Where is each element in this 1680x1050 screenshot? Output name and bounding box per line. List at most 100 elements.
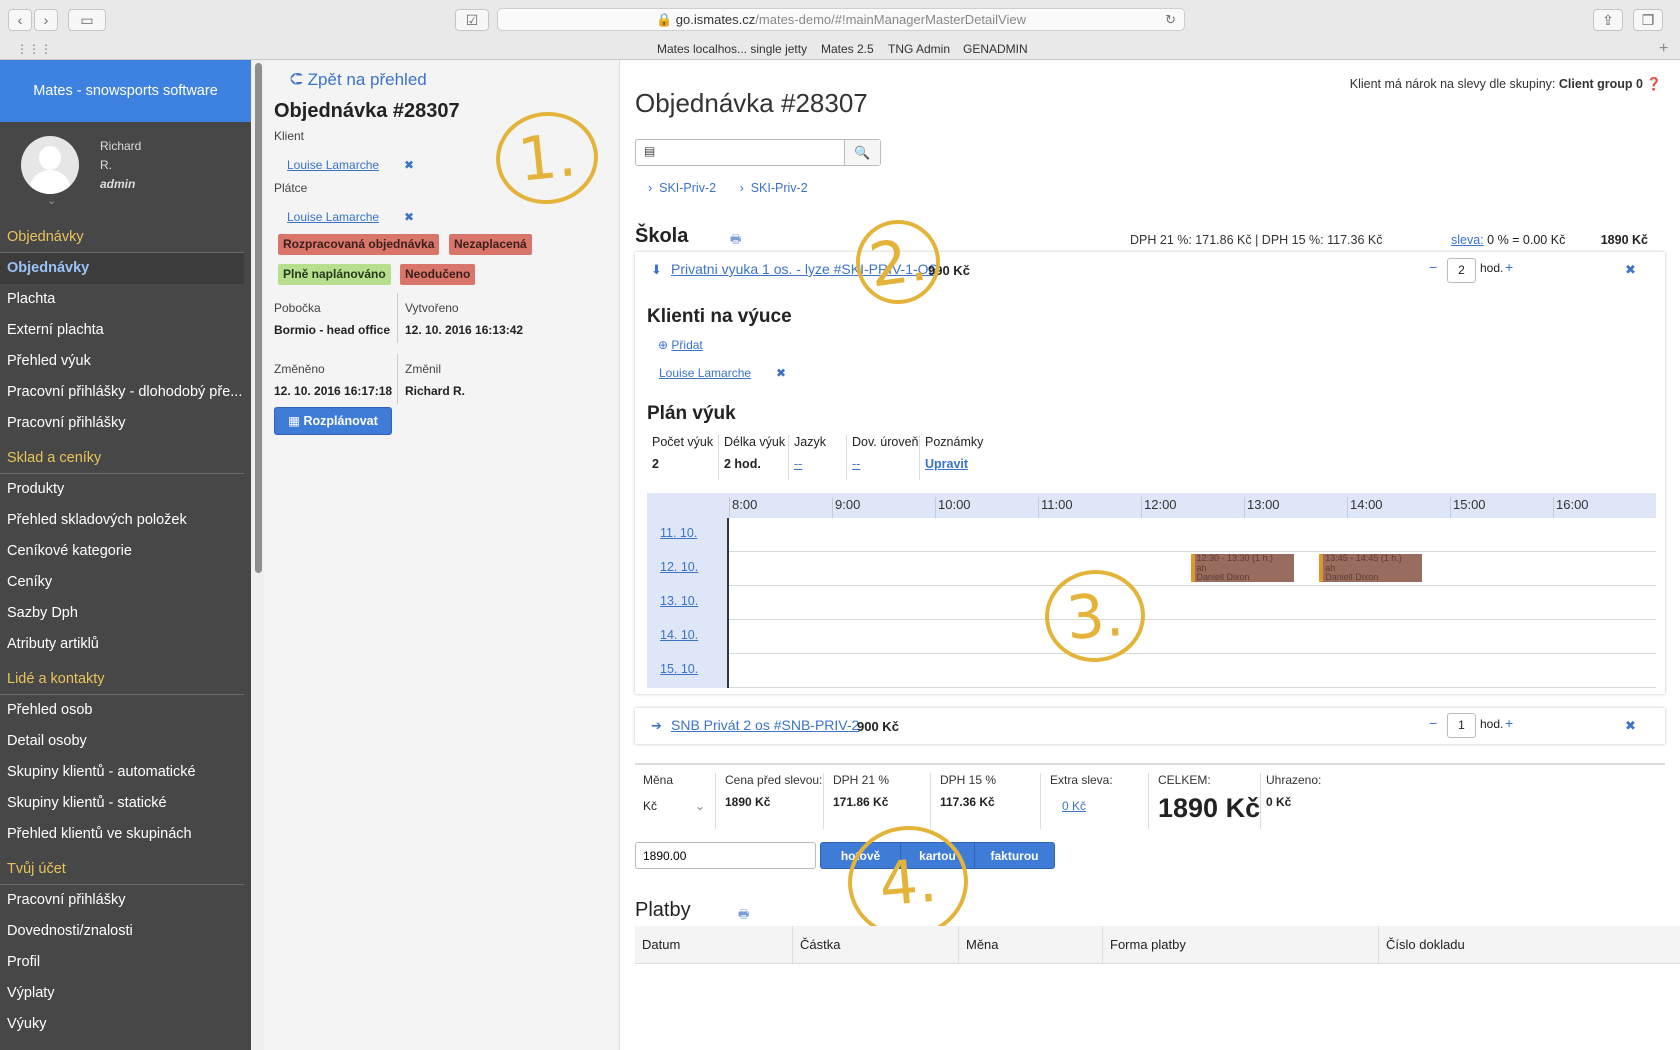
item-name-link[interactable]: SNB Privát 2 os #SNB-PRIV-2 [671,717,859,733]
day-link[interactable]: 12. 10. [660,560,698,574]
plan-table: Počet výuk 2 Délka výuk 2 hod. Jazyk -- … [647,435,997,480]
reload-icon[interactable]: ↻ [1165,9,1176,30]
divider [1148,773,1149,829]
plan-button[interactable]: ▦ Rozplánovat [274,407,392,435]
breadcrumb-item[interactable]: SKI-Priv-2 [751,181,808,195]
sidebar-toggle-icon[interactable]: ▭ [68,9,106,31]
remove-payer-icon[interactable]: ✖ [404,210,414,224]
new-tab-plus-icon[interactable]: + [1659,40,1668,58]
plan-col: Poznámky Upravit [920,435,997,480]
back-arrow-icon[interactable]: ‹ [8,9,32,31]
day-link[interactable]: 15. 10. [660,662,698,676]
sidebar-item-price-categories[interactable]: Ceníkové kategorie [0,536,251,567]
sidebar-scrollbar-thumb[interactable] [255,63,262,573]
add-client[interactable]: ⊕ Přidat [658,338,703,352]
created-cell: Vytvořeno 12. 10. 2016 16:13:42 [405,293,523,337]
sidebar-item-profile[interactable]: Profil [0,947,251,978]
apps-grid-icon[interactable]: ⋮⋮⋮ [16,42,52,56]
vat15-value: 117.36 Kč [940,795,995,809]
product-search[interactable]: ▤ 🔍 [635,139,881,166]
level-link[interactable]: -- [852,457,919,471]
sidebar-item-people-overview[interactable]: Přehled osob [0,695,251,726]
chevron-down-icon[interactable]: ⌄ [47,194,56,207]
sidebar-item-client-groups-auto[interactable]: Skupiny klientů - automatické [0,757,251,788]
payment-amount-input[interactable] [635,842,816,869]
user-profile[interactable]: Richard R. admin ⌄ [0,122,251,222]
vat21-label: DPH 21 % [833,773,890,787]
day-link[interactable]: 13. 10. [660,594,698,608]
extra-discount-label: Extra sleva: [1050,773,1113,787]
remove-lesson-client-icon[interactable]: ✖ [776,366,786,380]
sidebar-item-client-groups-static[interactable]: Skupiny klientů - statické [0,788,251,819]
edit-notes-link[interactable]: Upravit [925,457,997,471]
share-icon[interactable]: ⇪ [1593,9,1623,31]
lesson-block[interactable]: 12:30 - 13:30 (1 h.) ah Daniell Dixon [1190,554,1294,582]
sidebar-section-account: Tvůj účet [0,854,244,885]
quantity-input[interactable]: 2 [1447,258,1476,283]
plus-icon[interactable]: + [1505,715,1513,731]
discount-link[interactable]: sleva: [1451,233,1484,247]
paid-value: 0 Kč [1266,795,1292,809]
remove-client-icon[interactable]: ✖ [404,158,414,172]
status-badge: Plně naplánováno [278,264,391,285]
tabs-icon[interactable]: ❐ [1633,9,1663,31]
remove-item-icon[interactable]: ✖ [1625,262,1636,278]
back-link[interactable]: ⮈ Zpět na přehled [290,70,427,90]
quantity-input[interactable]: 1 [1447,713,1476,738]
sidebar-item-products[interactable]: Produkty [0,474,251,505]
reader-icon[interactable]: ☑ [455,9,489,31]
sidebar-item-clients-in-groups[interactable]: Přehled klientů ve skupinách [0,819,251,850]
sidebar-item-lessons-overview[interactable]: Přehled výuk [0,346,251,377]
print-icon[interactable]: 🖶 [730,230,741,251]
sidebar-item-stock-overview[interactable]: Přehled skladových položek [0,505,251,536]
sidebar-item-item-attributes[interactable]: Atributy artiklů [0,629,251,660]
minus-icon[interactable]: − [1429,259,1437,275]
currency-value: Kč [643,799,658,813]
sidebar-item-price-lists[interactable]: Ceníky [0,567,251,598]
sidebar-item-external-sheet[interactable]: Externí plachta [0,315,251,346]
sidebar-item-long-term-applications[interactable]: Pracovní přihlášky - dlohodobý pře... [0,377,251,408]
user-last-name: R. [100,158,112,172]
sidebar-item-orders[interactable]: Objednávky [0,253,244,284]
forward-arrow-icon[interactable]: › [34,9,58,31]
currency-select[interactable]: Kč ⌄ [643,799,705,819]
extra-discount-link[interactable]: 0 Kč [1062,799,1113,813]
print-icon[interactable]: 🖶 [738,905,749,926]
lesson-block[interactable]: 13:45 - 14:45 (1 h.) ah Daniell Dixon [1319,554,1423,582]
remove-item-icon[interactable]: ✖ [1625,718,1636,734]
sidebar-item-vat-rates[interactable]: Sazby Dph [0,598,251,629]
divider [823,773,824,829]
day-link[interactable]: 11. 10. [660,526,697,540]
pay-invoice-button[interactable]: fakturou [974,842,1055,869]
sidebar-item-person-detail[interactable]: Detail osoby [0,726,251,757]
minus-icon[interactable]: − [1429,715,1437,731]
language-link[interactable]: -- [794,457,846,471]
bookmark-link[interactable]: Mates 2.5 [821,42,874,56]
chevron-down-circle-icon[interactable]: ⬇ [651,262,662,278]
day-link[interactable]: 14. 10. [660,628,698,642]
plus-icon[interactable]: + [1505,259,1513,275]
sidebar-item-work-applications[interactable]: Pracovní přihlášky [0,408,251,439]
bookmark-link[interactable]: Mates localhos... single jetty [657,42,807,56]
chevron-right-circle-icon[interactable]: ➔ [651,718,662,734]
breadcrumb-item[interactable]: SKI-Priv-2 [659,181,716,195]
sidebar-item-my-applications[interactable]: Pracovní přihlášky [0,885,251,916]
annotation-circle: 4. [843,820,973,944]
lesson-client-link[interactable]: Louise Lamarche [659,366,751,380]
vat21-cell: DPH 21 % 171.86 Kč [833,773,889,809]
changed-by-value: Richard R. [405,384,466,398]
client-link[interactable]: Louise Lamarche [287,158,379,172]
sidebar-section-orders: Objednávky [0,222,244,253]
address-bar[interactable]: 🔒 go.ismates.cz/mates-demo/#!mainManager… [497,8,1185,31]
help-icon[interactable]: ❓ [1646,77,1662,91]
school-title: Škola [635,225,689,247]
bookmark-link[interactable]: TNG Admin [888,42,950,56]
chevron-right-icon: › [739,181,744,195]
payer-link[interactable]: Louise Lamarche [287,210,379,224]
sidebar-item-sheet[interactable]: Plachta [0,284,251,315]
search-icon[interactable]: 🔍 [844,140,880,165]
sidebar-item-payouts[interactable]: Výplaty [0,978,251,1009]
sidebar-item-lessons[interactable]: Výuky [0,1009,251,1040]
sidebar-item-skills[interactable]: Dovednosti/znalosti [0,916,251,947]
bookmark-link[interactable]: GENADMIN [963,42,1028,56]
